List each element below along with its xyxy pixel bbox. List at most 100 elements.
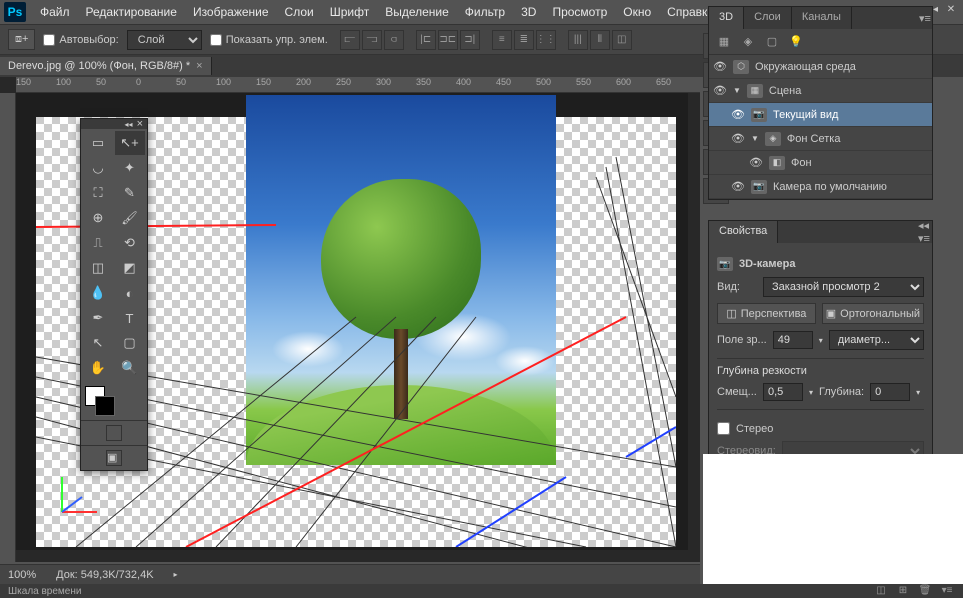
visibility-icon[interactable]: 👁 xyxy=(713,60,727,73)
layer-row[interactable]: 👁⬡Окружающая среда xyxy=(709,55,932,79)
layer-row[interactable]: 👁📷Камера по умолчанию xyxy=(709,175,932,199)
align-right-icon[interactable]: ⊐| xyxy=(460,30,480,50)
auto-select-target[interactable]: Слой xyxy=(127,30,202,50)
horizontal-ruler[interactable]: 150 100 50 0 50 100 150 200 250 300 350 … xyxy=(16,77,700,93)
stereo-checkbox[interactable] xyxy=(717,422,730,435)
move-tool-icon[interactable]: ⧈+ xyxy=(8,29,35,50)
status-menu-icon[interactable]: ▸ xyxy=(174,570,178,579)
depth-input[interactable] xyxy=(870,383,910,401)
timeline-icon-1[interactable]: ◫ xyxy=(873,585,889,597)
panel-menu-icon[interactable]: ▾≡ xyxy=(918,7,932,29)
fov-unit-select[interactable]: диаметр... xyxy=(829,330,924,350)
align-top-icon[interactable]: ⫍ xyxy=(340,30,360,50)
fov-input[interactable] xyxy=(773,331,813,349)
menu-edit[interactable]: Редактирование xyxy=(78,1,185,23)
offset-input[interactable] xyxy=(763,383,803,401)
expand-icon[interactable]: ▼ xyxy=(733,86,741,95)
close-tab-icon[interactable]: × xyxy=(196,60,202,72)
filter-light-icon[interactable]: 💡 xyxy=(787,33,805,51)
tools-panel-header[interactable]: ◂◂× xyxy=(81,119,147,129)
menu-layers[interactable]: Слои xyxy=(277,1,322,23)
filter-all-icon[interactable]: ▦ xyxy=(715,33,733,51)
distribute-5-icon[interactable]: ⦀ xyxy=(590,30,610,50)
align-bottom-icon[interactable]: ⫏ xyxy=(384,30,404,50)
shape-tool[interactable]: ▢ xyxy=(115,331,145,355)
background-color[interactable] xyxy=(95,396,115,416)
healing-tool[interactable]: ⊕ xyxy=(83,206,113,230)
visibility-icon[interactable]: 👁 xyxy=(713,84,727,97)
filter-mat-icon[interactable]: ▢ xyxy=(763,33,781,51)
marquee-tool[interactable]: ▭ xyxy=(83,131,113,155)
layer-row[interactable]: 👁📷Текущий вид xyxy=(709,103,932,127)
menu-window[interactable]: Окно xyxy=(615,1,659,23)
path-select-tool[interactable]: ↖ xyxy=(83,331,113,355)
pen-tool[interactable]: ✒ xyxy=(83,306,113,330)
tab-channels[interactable]: Каналы xyxy=(792,7,852,29)
perspective-button[interactable]: ◫Перспектива xyxy=(717,303,816,324)
expand-icon[interactable]: ▼ xyxy=(751,134,759,143)
filter-mesh-icon[interactable]: ◈ xyxy=(739,33,757,51)
3d-mode-icon[interactable]: ◫ xyxy=(612,30,632,50)
align-left-icon[interactable]: |⊏ xyxy=(416,30,436,50)
blur-tool[interactable]: 💧 xyxy=(83,281,113,305)
type-tool[interactable]: T xyxy=(115,306,145,330)
align-vcenter-icon[interactable]: ⫎ xyxy=(362,30,382,50)
gradient-tool[interactable]: ◩ xyxy=(115,256,145,280)
distribute-4-icon[interactable]: ||| xyxy=(568,30,588,50)
distribute-3-icon[interactable]: ⋮⋮ xyxy=(536,30,556,50)
menu-image[interactable]: Изображение xyxy=(185,1,277,23)
screen-mode-icon[interactable]: ▣ xyxy=(106,450,122,466)
view-select[interactable]: Заказной просмотр 2 xyxy=(763,277,924,297)
menu-file[interactable]: Файл xyxy=(32,1,78,23)
ruler-tick: 50 xyxy=(176,77,186,87)
menu-3d[interactable]: 3D xyxy=(513,1,544,23)
tab-3d[interactable]: 3D xyxy=(709,7,744,29)
timeline-bar[interactable]: Шкала времени ◫ ⊞ 🗑 ▾≡ xyxy=(0,584,963,598)
align-hcenter-icon[interactable]: ⊐⊏ xyxy=(438,30,458,50)
menu-view[interactable]: Просмотр xyxy=(544,1,615,23)
lasso-tool[interactable]: ◡ xyxy=(83,156,113,180)
eraser-tool[interactable]: ◫ xyxy=(83,256,113,280)
3d-axis-widget[interactable] xyxy=(52,472,102,522)
visibility-icon[interactable]: 👁 xyxy=(731,180,745,193)
timeline-icon-2[interactable]: ⊞ xyxy=(895,585,911,597)
menu-filter[interactable]: Фильтр xyxy=(457,1,513,23)
auto-select-checkbox[interactable]: Автовыбор: xyxy=(43,34,118,46)
crop-tool[interactable]: ⛶ xyxy=(83,181,113,205)
timeline-icon-3[interactable]: 🗑 xyxy=(917,585,933,597)
visibility-icon[interactable]: 👁 xyxy=(749,156,763,169)
visibility-icon[interactable]: 👁 xyxy=(731,108,745,121)
timeline-icon-4[interactable]: ▾≡ xyxy=(939,585,955,597)
panel-menu-icon[interactable]: ◂◂ ▾≡ xyxy=(918,221,932,243)
stamp-tool[interactable]: ⎍ xyxy=(83,231,113,255)
distribute-1-icon[interactable]: ≡ xyxy=(492,30,512,50)
layer-row[interactable]: 👁◧Фон xyxy=(709,151,932,175)
move-tool[interactable]: ↖+ xyxy=(115,131,145,155)
dodge-tool[interactable]: ◐ xyxy=(115,281,145,305)
document-tab[interactable]: Derevo.jpg @ 100% (Фон, RGB/8#) * × xyxy=(0,57,212,75)
tab-properties[interactable]: Свойства xyxy=(709,221,778,243)
tab-layers[interactable]: Слои xyxy=(744,7,792,29)
zoom-tool[interactable]: 🔍 xyxy=(115,356,145,380)
show-transform-checkbox[interactable]: Показать упр. элем. xyxy=(210,34,328,46)
visibility-icon[interactable]: 👁 xyxy=(731,132,745,145)
zoom-level[interactable]: 100% xyxy=(8,569,36,581)
color-swatches[interactable] xyxy=(81,382,147,420)
layer-row[interactable]: 👁▼▦Сцена xyxy=(709,79,932,103)
history-brush-tool[interactable]: ⟲ xyxy=(115,231,145,255)
magic-wand-tool[interactable]: ✦ xyxy=(115,156,145,180)
ruler-tick: 200 xyxy=(296,77,311,87)
menu-type[interactable]: Шрифт xyxy=(322,1,377,23)
ruler-tick: 450 xyxy=(496,77,511,87)
quick-mask-icon[interactable] xyxy=(106,425,122,441)
distribute-2-icon[interactable]: ≣ xyxy=(514,30,534,50)
brush-tool[interactable]: 🖌 xyxy=(115,206,145,230)
menu-select[interactable]: Выделение xyxy=(377,1,457,23)
orthogonal-button[interactable]: ▣Ортогональный xyxy=(822,303,924,324)
vertical-ruler[interactable] xyxy=(0,93,16,562)
doc-size[interactable]: Док: 549,3K/732,4K xyxy=(56,569,153,581)
close-icon[interactable]: ✕ xyxy=(943,4,959,18)
hand-tool[interactable]: ✋ xyxy=(83,356,113,380)
layer-row[interactable]: 👁▼◈Фон Сетка xyxy=(709,127,932,151)
eyedropper-tool[interactable]: ✎ xyxy=(115,181,145,205)
